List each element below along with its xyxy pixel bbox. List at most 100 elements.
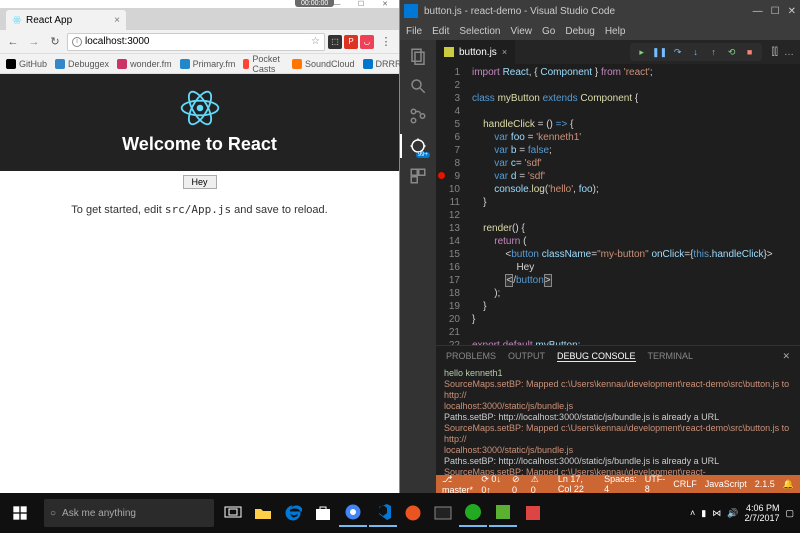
maximize-button[interactable]: ☐: [349, 0, 373, 8]
wifi-icon[interactable]: ⋈: [712, 508, 721, 519]
clock[interactable]: 4:06 PM 2/7/2017: [744, 503, 779, 523]
vscode-taskbar-icon[interactable]: [369, 499, 397, 527]
bookmark-star-icon[interactable]: ☆: [311, 36, 320, 47]
battery-icon[interactable]: ▮: [701, 508, 706, 519]
ubuntu-icon[interactable]: [399, 499, 427, 527]
pocketcasts-icon: [243, 59, 249, 69]
edge-icon[interactable]: [279, 499, 307, 527]
explorer-icon[interactable]: [408, 46, 428, 66]
close-button[interactable]: ✕: [788, 6, 796, 17]
bookmark-primary[interactable]: Primary.fm: [180, 59, 236, 69]
status-warnings[interactable]: ⚠ 0: [531, 474, 542, 495]
chrome-window-controls: — ☐ ✕: [0, 0, 399, 8]
scm-icon[interactable]: [408, 106, 428, 126]
more-actions-icon[interactable]: …: [784, 47, 794, 58]
menu-help[interactable]: Help: [605, 26, 626, 37]
terminal-icon[interactable]: [429, 499, 457, 527]
tab-close-icon[interactable]: ×: [114, 15, 120, 26]
app2-icon[interactable]: [519, 499, 547, 527]
line-gutter[interactable]: 12345678910111213141516171819202122: [436, 64, 466, 345]
search-icon[interactable]: [408, 76, 428, 96]
site-info-icon[interactable]: i: [72, 37, 82, 47]
pinterest-icon[interactable]: P: [344, 35, 358, 49]
restart-icon[interactable]: ⟲: [726, 46, 738, 58]
bookmark-wonder[interactable]: wonder.fm: [117, 59, 172, 69]
status-errors[interactable]: ⊘ 0: [512, 474, 523, 495]
tab-close-icon[interactable]: ×: [502, 47, 507, 57]
app-icon[interactable]: [459, 499, 487, 527]
indentation[interactable]: Spaces: 4: [604, 474, 637, 494]
menu-file[interactable]: File: [406, 26, 422, 37]
language-mode[interactable]: JavaScript: [705, 479, 747, 489]
menu-debug[interactable]: Debug: [565, 26, 594, 37]
debug-toolbar[interactable]: ▸ ❚❚ ↷ ↓ ↑ ⟲ ■: [630, 43, 762, 61]
extension-version[interactable]: 2.1.5: [755, 479, 775, 489]
extensions-icon[interactable]: [408, 166, 428, 186]
cursor-position[interactable]: Ln 17, Col 22: [558, 474, 596, 494]
debug-icon[interactable]: 99+: [408, 136, 428, 156]
editor-tab[interactable]: button.js ×: [436, 40, 516, 64]
git-sync[interactable]: ⟳ 0↓ 0↑: [481, 474, 504, 495]
tray-chevron-icon[interactable]: ˄: [690, 508, 695, 518]
store-icon[interactable]: [309, 499, 337, 527]
reload-button[interactable]: ↻: [46, 33, 64, 51]
back-button[interactable]: ←: [4, 33, 22, 51]
debug-console-output[interactable]: hello kenneth1SourceMaps.setBP: Mapped c…: [436, 366, 800, 475]
bookmark-soundcloud[interactable]: SoundCloud: [292, 59, 355, 69]
maximize-button[interactable]: ☐: [771, 6, 780, 17]
menu-go[interactable]: Go: [542, 26, 555, 37]
step-over-icon[interactable]: ↷: [672, 46, 684, 58]
close-button[interactable]: ✕: [373, 0, 397, 8]
bookmark-debuggex[interactable]: Debuggex: [55, 59, 109, 69]
menu-selection[interactable]: Selection: [459, 26, 500, 37]
chrome-menu-icon[interactable]: ⋮: [377, 33, 395, 51]
cortana-placeholder: Ask me anything: [62, 508, 136, 519]
step-out-icon[interactable]: ↑: [708, 46, 720, 58]
panel-tab-terminal[interactable]: TERMINAL: [648, 351, 694, 361]
js-file-icon: [444, 47, 454, 57]
code-editor[interactable]: 12345678910111213141516171819202122 impo…: [436, 64, 800, 345]
panel-tab-debug-console[interactable]: DEBUG CONSOLE: [557, 351, 636, 362]
bookmark-github[interactable]: GitHub: [6, 59, 47, 69]
vscode-titlebar: button.js - react-demo - Visual Studio C…: [400, 0, 800, 22]
chrome-taskbar-icon[interactable]: [339, 499, 367, 527]
camtasia-icon[interactable]: [489, 499, 517, 527]
cortana-search[interactable]: ○ Ask me anything: [44, 499, 214, 527]
start-button[interactable]: [0, 493, 40, 533]
eol[interactable]: CRLF: [673, 479, 697, 489]
code-source[interactable]: import React, { Component } from 'react'…: [466, 64, 800, 345]
split-editor-icon[interactable]: ⫿⫿: [772, 47, 778, 58]
stop-icon[interactable]: ■: [744, 46, 756, 58]
pause-icon[interactable]: ❚❚: [654, 46, 666, 58]
omnibox[interactable]: i localhost:3000 ☆: [67, 33, 325, 51]
panel-tab-output[interactable]: OUTPUT: [508, 351, 545, 361]
pocket-icon[interactable]: ◡: [360, 35, 374, 49]
encoding[interactable]: UTF-8: [645, 474, 666, 494]
hey-button[interactable]: Hey: [183, 175, 217, 189]
menu-bar: File Edit Selection View Go Debug Help: [400, 22, 800, 40]
panel-tab-problems[interactable]: PROBLEMS: [446, 351, 496, 361]
notifications-icon[interactable]: 🔔: [783, 479, 794, 490]
file-explorer-icon[interactable]: [249, 499, 277, 527]
step-into-icon[interactable]: ↓: [690, 46, 702, 58]
hero: Welcome to React: [0, 74, 399, 171]
forward-button[interactable]: →: [25, 33, 43, 51]
panel-close-icon[interactable]: ✕: [782, 351, 790, 362]
debug-badge: 99+: [416, 152, 430, 158]
extension-icon[interactable]: ⬚: [328, 35, 342, 49]
editor-area: button.js × ▸ ❚❚ ↷ ↓ ↑ ⟲ ■ ⫿⫿ …: [436, 40, 800, 493]
browser-tab[interactable]: React App ×: [6, 10, 126, 30]
vscode-window: button.js - react-demo - Visual Studio C…: [400, 0, 800, 493]
menu-edit[interactable]: Edit: [432, 26, 449, 37]
bookmark-pocketcasts[interactable]: Pocket Casts: [243, 54, 284, 74]
editor-actions: ⫿⫿ …: [766, 40, 800, 64]
git-branch[interactable]: ⎇ master*: [442, 474, 473, 495]
page-title: Welcome to React: [0, 134, 399, 155]
task-view-icon[interactable]: [219, 499, 247, 527]
tab-filename: button.js: [459, 47, 497, 58]
menu-view[interactable]: View: [511, 26, 533, 37]
action-center-icon[interactable]: ▢: [785, 508, 794, 519]
continue-icon[interactable]: ▸: [636, 46, 648, 58]
volume-icon[interactable]: 🔊: [727, 508, 738, 519]
minimize-button[interactable]: —: [753, 6, 763, 17]
